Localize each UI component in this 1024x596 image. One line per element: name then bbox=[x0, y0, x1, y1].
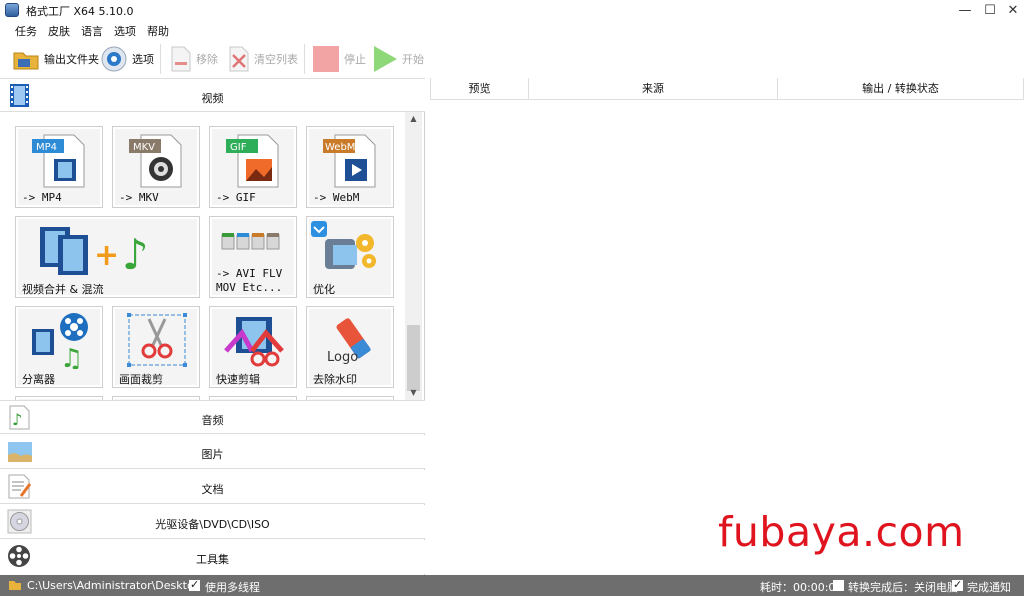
tile-label: -> MP4 bbox=[22, 191, 62, 204]
tile-crop[interactable]: 画面裁剪 bbox=[112, 306, 200, 388]
remove-watermark-icon: Logo bbox=[327, 318, 371, 365]
quick-cut-icon bbox=[224, 317, 284, 367]
clear-list-button[interactable]: 清空列表 bbox=[228, 43, 298, 75]
svg-text:+: + bbox=[94, 238, 119, 273]
scroll-up-arrow[interactable]: ▲ bbox=[405, 112, 422, 126]
category-image[interactable]: 图片 bbox=[0, 435, 425, 469]
app-icon bbox=[5, 3, 19, 17]
multithread-checkbox[interactable] bbox=[189, 578, 200, 591]
tile-to-mp4[interactable]: MP4 -> MP4 bbox=[15, 126, 103, 208]
column-preview[interactable]: 预览 bbox=[430, 78, 529, 100]
toolbar-separator bbox=[304, 44, 305, 74]
folder-icon bbox=[13, 52, 39, 70]
merge-mux-icon: + ♪ bbox=[40, 227, 149, 279]
tile-label: 去除水印 bbox=[313, 373, 357, 386]
tile-label: 快速剪辑 bbox=[216, 373, 260, 386]
grid-scrollbar[interactable]: ▲ ▼ bbox=[405, 112, 422, 400]
category-disc[interactable]: 光驱设备\DVD\CD\ISO bbox=[0, 505, 425, 539]
notify-checkbox[interactable] bbox=[952, 578, 963, 591]
tile-quick-cut[interactable]: 快速剪辑 bbox=[209, 306, 297, 388]
tile-label: 视频合并 & 混流 bbox=[22, 283, 104, 296]
video-function-grid: MP4 -> MP4 MKV -> MKV GIF -> GIF WebM ->… bbox=[0, 116, 405, 407]
elapsed-time: 耗时：00:00:00 bbox=[760, 581, 843, 594]
start-button[interactable]: 开始 bbox=[372, 43, 424, 75]
stop-icon bbox=[313, 46, 339, 72]
remove-button[interactable]: 移除 bbox=[170, 43, 218, 75]
output-path: C:\Users\Administrator\Desktop bbox=[27, 579, 201, 592]
tile-remove-watermark[interactable]: Logo 去除水印 bbox=[306, 306, 394, 388]
toolbar: 输出文件夹 选项 移除 清空列表 停止 开始 bbox=[0, 40, 1024, 78]
menu-skin[interactable]: 皮肤 bbox=[48, 23, 70, 39]
column-source[interactable]: 来源 bbox=[529, 78, 778, 100]
crop-icon bbox=[127, 313, 187, 367]
shutdown-after-label: 转换完成后：关闭电脑 bbox=[848, 581, 958, 594]
gear-icon bbox=[101, 46, 127, 72]
menu-task[interactable]: 任务 bbox=[15, 23, 37, 39]
tile-label: -> GIF bbox=[216, 191, 256, 204]
play-icon bbox=[374, 46, 397, 72]
tile-label: 优化 bbox=[313, 283, 335, 296]
mkv-file-icon: MKV bbox=[129, 134, 182, 188]
minimize-button[interactable]: — bbox=[952, 0, 978, 20]
watermark-text: fubaya.com bbox=[718, 508, 965, 556]
options-button[interactable]: 选项 bbox=[100, 43, 154, 75]
tile-splitter[interactable]: ♫ 分离器 bbox=[15, 306, 103, 388]
output-folder-button[interactable]: 输出文件夹 bbox=[12, 43, 99, 75]
tile-to-multi-format[interactable]: -> AVI FLV MOV Etc... bbox=[209, 216, 297, 298]
window-title: 格式工厂 X64 5.10.0 bbox=[26, 5, 134, 18]
multithread-label: 使用多线程 bbox=[205, 581, 260, 594]
title-bar: 格式工厂 X64 5.10.0 — ☐ ✕ bbox=[0, 0, 1024, 20]
tile-label: -> MKV bbox=[119, 191, 159, 204]
tile-label: 分离器 bbox=[22, 373, 55, 386]
menu-language[interactable]: 语言 bbox=[81, 23, 103, 39]
category-tools[interactable]: 工具集 bbox=[0, 540, 425, 574]
tile-to-gif[interactable]: GIF -> GIF bbox=[209, 126, 297, 208]
optimize-icon bbox=[325, 234, 376, 269]
remove-icon bbox=[171, 46, 191, 72]
stop-button[interactable]: 停止 bbox=[312, 43, 366, 75]
tile-to-webm[interactable]: WebM -> WebM bbox=[306, 126, 394, 208]
tile-merge-mux[interactable]: + ♪ 视频合并 & 混流 bbox=[15, 216, 200, 298]
svg-text:MKV: MKV bbox=[133, 142, 155, 153]
tile-label: -> AVI FLV MOV Etc... bbox=[216, 267, 283, 294]
svg-text:♫: ♫ bbox=[60, 344, 83, 369]
scroll-down-arrow[interactable]: ▼ bbox=[405, 386, 422, 400]
category-video[interactable]: 视频 bbox=[0, 78, 425, 112]
menu-help[interactable]: 帮助 bbox=[147, 23, 169, 39]
tile-label: -> WebM bbox=[313, 191, 360, 204]
svg-text:WebM: WebM bbox=[325, 142, 355, 153]
clear-list-icon bbox=[229, 46, 249, 72]
mp4-file-icon: MP4 bbox=[32, 134, 85, 188]
svg-text:MP4: MP4 bbox=[36, 142, 57, 153]
toolbar-separator bbox=[160, 44, 161, 74]
tile-to-mkv[interactable]: MKV -> MKV bbox=[112, 126, 200, 208]
multi-format-icon bbox=[221, 233, 280, 250]
tile-optimize[interactable]: 优化 bbox=[306, 216, 394, 298]
svg-text:GIF: GIF bbox=[230, 142, 247, 153]
shutdown-after-checkbox[interactable] bbox=[833, 580, 844, 591]
menu-bar: 任务 皮肤 语言 选项 帮助 bbox=[0, 20, 1024, 40]
category-audio[interactable]: ♪ 音频 bbox=[0, 400, 425, 434]
status-bar: C:\Users\Administrator\Desktop 使用多线程 耗时：… bbox=[0, 575, 1024, 596]
tile-label: 画面裁剪 bbox=[119, 373, 163, 386]
column-output-status[interactable]: 输出 / 转换状态 bbox=[778, 78, 1024, 100]
task-list: 预览 来源 输出 / 转换状态 bbox=[430, 78, 1024, 575]
svg-text:♪: ♪ bbox=[122, 230, 149, 279]
webm-file-icon: WebM bbox=[323, 134, 376, 188]
splitter-icon: ♫ bbox=[32, 313, 88, 369]
menu-options[interactable]: 选项 bbox=[114, 23, 136, 39]
notify-label: 完成通知 bbox=[967, 581, 1011, 594]
scroll-thumb[interactable] bbox=[407, 325, 420, 391]
folder-icon bbox=[9, 581, 21, 590]
category-document[interactable]: 文档 bbox=[0, 470, 425, 504]
svg-text:Logo: Logo bbox=[327, 350, 358, 365]
gif-file-icon: GIF bbox=[226, 134, 279, 188]
close-button[interactable]: ✕ bbox=[1000, 0, 1024, 20]
